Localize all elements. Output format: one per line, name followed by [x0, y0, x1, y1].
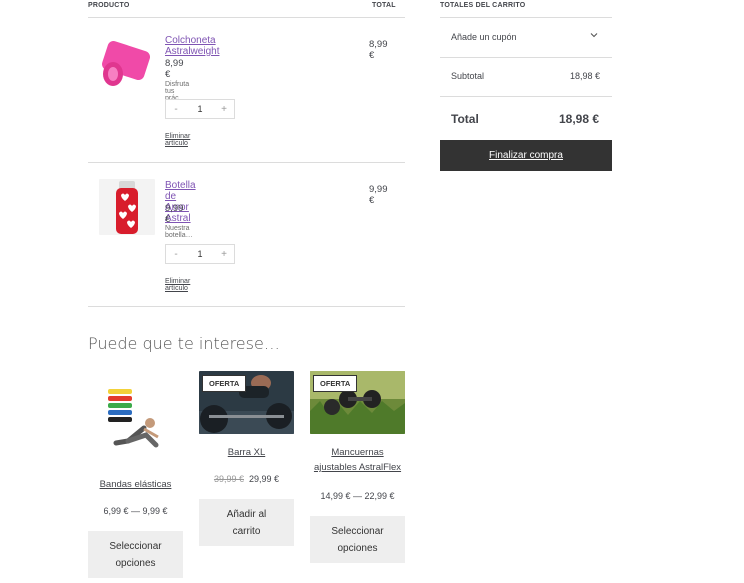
- column-header-product: PRODUCTO: [88, 2, 130, 9]
- checkout-button[interactable]: Finalizar compra: [440, 140, 612, 171]
- product-link[interactable]: Barra XL: [199, 445, 294, 460]
- yoga-mat-image[interactable]: [99, 36, 155, 92]
- product-link[interactable]: Bandas elásticas: [88, 477, 183, 492]
- unit-price: 8,99 €: [165, 58, 184, 80]
- decrease-button[interactable]: -: [166, 104, 186, 115]
- divider: [88, 162, 405, 163]
- increase-button[interactable]: +: [214, 104, 234, 115]
- product-price: 14,99 € — 22,99 €: [320, 491, 395, 501]
- add-to-cart-button[interactable]: Añadir al carrito: [199, 499, 294, 546]
- resistance-bands-image[interactable]: [88, 371, 183, 466]
- quantity-stepper[interactable]: - 1 +: [165, 244, 235, 264]
- column-header-total: TOTAL: [372, 2, 396, 9]
- sale-price: 29,99 €: [249, 474, 280, 484]
- add-to-cart-label[interactable]: Añadir al carrito: [217, 506, 277, 540]
- total-label: Total: [451, 112, 479, 126]
- line-total: 9,99 €: [369, 184, 388, 206]
- increase-button[interactable]: +: [214, 249, 234, 260]
- select-options-button[interactable]: Seleccionar opciones: [88, 531, 183, 578]
- remove-item-link[interactable]: Eliminar artículo: [165, 278, 190, 292]
- total-value: 18,98 €: [559, 112, 600, 126]
- heart-bottle-image[interactable]: [99, 179, 155, 235]
- quantity-value[interactable]: 1: [197, 104, 202, 114]
- old-price: 39,99 €: [213, 474, 244, 484]
- product-price: 6,99 € — 9,99 €: [103, 506, 168, 516]
- divider: [88, 306, 405, 307]
- subtotal-value: 18,98 €: [570, 71, 601, 81]
- quantity-stepper[interactable]: - 1 +: [165, 99, 235, 119]
- decrease-button[interactable]: -: [166, 249, 186, 260]
- divider: [440, 96, 612, 97]
- select-options-label[interactable]: Seleccionar opciones: [323, 523, 393, 557]
- product-link[interactable]: Mancuernas ajustables AstralFlex: [310, 445, 405, 475]
- product-price: 39,99 € 29,99 €: [199, 474, 294, 484]
- select-options-button[interactable]: Seleccionar opciones: [310, 516, 405, 563]
- product-description: Nuestra botella…: [165, 225, 193, 239]
- cross-sells-title: Puede que te interese…: [88, 334, 280, 353]
- coupon-toggle[interactable]: Añade un cupón: [440, 18, 612, 57]
- divider: [440, 57, 612, 58]
- chevron-down-icon[interactable]: [589, 30, 599, 43]
- product-link[interactable]: Colchoneta Astralweight: [165, 35, 219, 57]
- divider: [88, 17, 405, 18]
- unit-price: 9,99 €: [165, 203, 184, 225]
- subtotal-label: Subtotal: [451, 71, 485, 81]
- cart-totals-heading: TOTALES DEL CARRITO: [440, 2, 526, 9]
- line-total: 8,99 €: [369, 39, 388, 61]
- quantity-value[interactable]: 1: [197, 249, 202, 259]
- sale-badge: OFERTA: [202, 375, 247, 392]
- sale-badge: OFERTA: [313, 375, 358, 392]
- remove-item-link[interactable]: Eliminar artículo: [165, 133, 190, 147]
- coupon-label[interactable]: Añade un cupón: [451, 32, 517, 42]
